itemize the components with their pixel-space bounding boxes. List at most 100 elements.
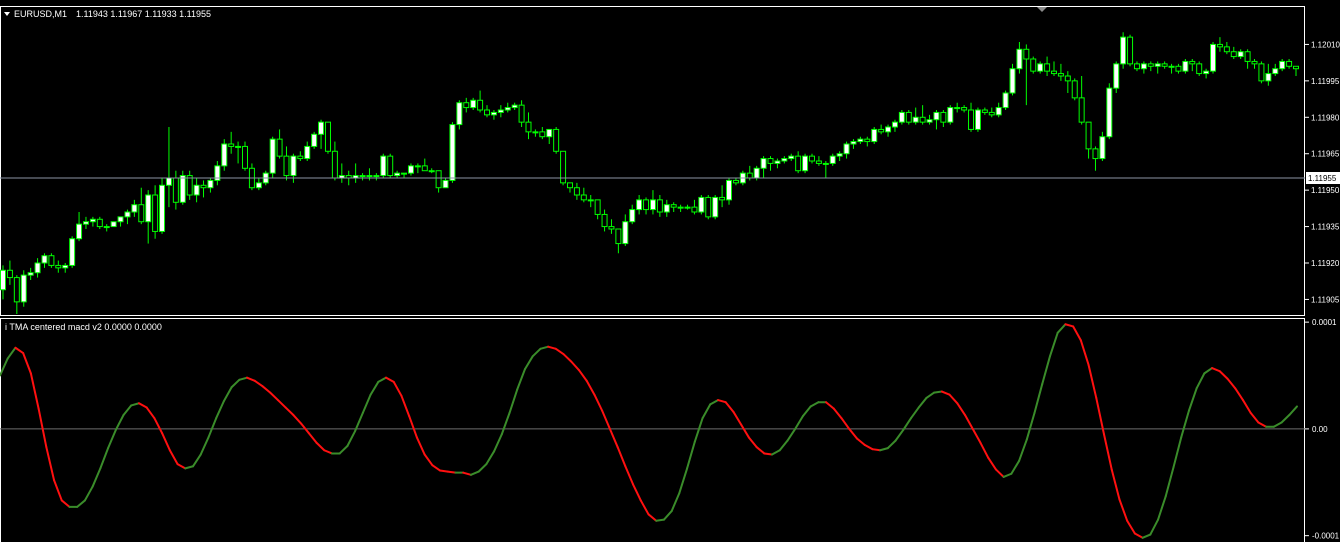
candle-body	[20, 274, 27, 303]
candle-body	[172, 177, 179, 203]
price-axis-label: 1.11905	[1311, 295, 1340, 304]
candle	[69, 236, 76, 268]
candle-body	[947, 107, 954, 123]
candle-body	[857, 138, 864, 143]
candle-body	[276, 138, 283, 157]
candle-body	[283, 155, 290, 177]
candle	[179, 170, 186, 205]
candle-body	[200, 184, 207, 189]
candle	[947, 105, 954, 125]
candle	[698, 195, 705, 215]
candle-body	[1099, 136, 1106, 160]
candle	[974, 107, 981, 132]
candle-body	[221, 143, 228, 167]
price-axis-label: 1.11995	[1311, 77, 1340, 86]
candle-body	[905, 111, 912, 123]
candle	[1113, 61, 1120, 93]
candle-body	[974, 109, 981, 130]
candle-body	[836, 153, 843, 157]
price-axis-label: 1.11965	[1311, 150, 1340, 159]
candle	[802, 153, 809, 174]
candle	[871, 127, 878, 144]
candle-body	[919, 116, 926, 123]
candle-body	[753, 167, 760, 179]
candle	[705, 195, 712, 220]
candle-body	[41, 255, 48, 264]
candle-body	[719, 196, 726, 201]
candle-body	[656, 199, 663, 213]
bid-price-label: 1.11955	[1308, 174, 1337, 183]
candle	[1030, 56, 1037, 74]
candle-body	[124, 211, 131, 218]
candle	[560, 150, 567, 186]
candle-body	[636, 199, 643, 211]
candle-body	[27, 272, 34, 276]
candle-body	[145, 194, 152, 223]
indicator-axis-label: -0.0001	[1312, 532, 1340, 541]
candle-body	[760, 158, 767, 169]
candle-body	[1237, 51, 1244, 58]
candle-body	[235, 145, 242, 148]
candle-body	[829, 155, 836, 164]
candle-body	[712, 196, 719, 218]
candle-body	[732, 179, 739, 184]
candle-body	[34, 262, 41, 274]
candle-body	[207, 179, 214, 189]
candle-body	[1251, 60, 1258, 65]
candle-body	[1120, 36, 1127, 65]
candle-body	[1258, 63, 1265, 82]
candle	[1258, 61, 1265, 84]
indicator-pane[interactable]	[0, 318, 1305, 542]
candle-body	[995, 107, 1002, 116]
indicator-caption: i TMA centered macd v2 0.0000 0.0000	[5, 322, 162, 332]
price-axis-label: 1.11980	[1311, 113, 1340, 122]
candle	[712, 195, 719, 220]
chart-canvas[interactable]: 1.12010 1.11995 1.11980 1.11965 1.11950 1.119…	[0, 0, 1340, 542]
candle-body	[165, 177, 172, 186]
indicator-falling-segment	[763, 452, 774, 456]
candle-body	[878, 128, 885, 133]
candle-body	[490, 111, 497, 116]
candle-body	[629, 209, 636, 223]
candle-body	[795, 155, 802, 172]
candle-body	[954, 107, 961, 110]
candle-body	[435, 170, 442, 189]
candle	[1009, 63, 1016, 96]
candle-body	[484, 109, 491, 116]
candle-body	[822, 162, 829, 165]
candle	[449, 122, 456, 183]
candle	[898, 110, 905, 125]
candle-body	[1030, 58, 1037, 72]
candle-body	[1057, 73, 1064, 77]
candle-body	[1044, 63, 1051, 72]
candle-body	[311, 133, 318, 147]
candle-body	[1168, 65, 1175, 68]
candle-body	[1023, 48, 1030, 60]
candle-body	[62, 264, 69, 269]
candle-body	[587, 199, 594, 202]
candle-body	[470, 99, 477, 109]
candle-body	[532, 131, 539, 134]
candle-body	[76, 223, 83, 240]
main-chart-pane[interactable]	[0, 6, 1305, 316]
candle-body	[746, 172, 753, 179]
candle-body	[1078, 97, 1085, 123]
candle-body	[1286, 60, 1293, 67]
candle-body	[670, 204, 677, 208]
candle-body	[649, 199, 656, 211]
candle-body	[373, 175, 380, 178]
candle-body	[1223, 46, 1230, 53]
candle-body	[802, 155, 809, 172]
candle-body	[808, 155, 815, 162]
candle-body	[138, 204, 145, 223]
price-axis-label: 1.11935	[1311, 223, 1340, 232]
candle-body	[1189, 60, 1196, 65]
candle-body	[1216, 43, 1223, 48]
candle-body	[1016, 48, 1023, 70]
ohlc-caption: 1.11943 1.11967 1.11933 1.11955	[76, 9, 211, 19]
candle-body	[1113, 63, 1120, 89]
candle-body	[788, 155, 795, 160]
candle-body	[864, 138, 871, 143]
candle-body	[850, 141, 857, 145]
candle-body	[933, 111, 940, 121]
